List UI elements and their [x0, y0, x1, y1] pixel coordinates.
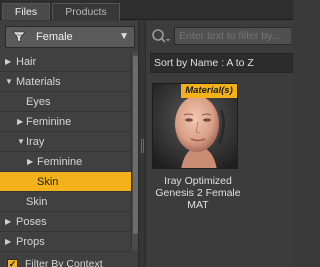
expand-arrow-icon[interactable]: ▶	[5, 52, 11, 72]
tree-item-iray-feminine[interactable]: ▶ Feminine	[0, 152, 131, 172]
tree-item-label: Materials	[16, 76, 61, 88]
tree-scrollbar[interactable]	[131, 52, 138, 250]
sort-dropdown[interactable]: Sort by Name : A to Z	[150, 53, 293, 73]
pane-splitter[interactable]	[138, 21, 146, 267]
tree-item-label: Skin	[26, 196, 48, 208]
expand-arrow-icon[interactable]: ▶	[5, 212, 11, 232]
tree-item-label: Props	[16, 236, 45, 248]
tree-item-feminine[interactable]: ▶ Feminine	[0, 112, 131, 132]
search-bar	[146, 21, 293, 51]
tab-products[interactable]: Products	[52, 3, 120, 20]
expand-arrow-icon[interactable]: ▶	[27, 152, 33, 172]
filter-icon	[12, 31, 26, 43]
asset-caption-line: Genesis 2 Female	[155, 187, 241, 199]
asset-caption[interactable]: Iray Optimized Genesis 2 Female MAT	[146, 175, 250, 211]
filter-dropdown[interactable]: Female ▼	[5, 26, 135, 48]
filter-by-context-checkbox[interactable]: ✓	[7, 259, 18, 267]
tree-item-iray[interactable]: ▼ Iray	[0, 132, 131, 152]
collapse-arrow-icon[interactable]: ▼	[5, 72, 13, 92]
asset-caption-line: MAT	[187, 199, 209, 211]
tree-item-label: Poses	[16, 216, 47, 228]
asset-thumbnail[interactable]: Material(s)	[152, 83, 238, 169]
content-pane: Sort by Name : A to Z	[146, 21, 293, 267]
tree-item-poses[interactable]: ▶ Poses	[0, 212, 131, 232]
tree-item-materials[interactable]: ▼ Materials	[0, 72, 131, 92]
filter-by-context-label: Filter By Context	[25, 258, 103, 267]
category-pane: Female ▼ ▶ Hair ▼ Materials Eyes ▶ Femin…	[0, 21, 138, 267]
expand-arrow-icon[interactable]: ▶	[17, 112, 23, 132]
tree-item-label: Hair	[16, 56, 37, 68]
search-icon[interactable]	[150, 27, 172, 45]
search-input[interactable]	[174, 27, 291, 45]
tree-item-hair[interactable]: ▶ Hair	[0, 52, 131, 72]
materials-badge: Material(s)	[181, 84, 237, 98]
tree-item-props[interactable]: ▶ Props	[0, 232, 131, 252]
expand-arrow-icon[interactable]: ▶	[5, 232, 11, 252]
splitter-grip-icon	[141, 139, 144, 153]
category-tree: ▶ Hair ▼ Materials Eyes ▶ Feminine ▼ Ira…	[0, 52, 131, 252]
chevron-down-icon: ▼	[119, 31, 129, 42]
tree-item-label: Eyes	[26, 96, 51, 108]
tree-item-label: Feminine	[37, 156, 83, 168]
filter-by-context-option[interactable]: ✓ Filter By Context	[0, 255, 138, 267]
collapse-arrow-icon[interactable]: ▼	[17, 132, 25, 152]
tree-item-skin[interactable]: Skin	[0, 192, 131, 212]
tree-item-label: Feminine	[26, 116, 72, 128]
tree-item-iray-skin[interactable]: Skin	[0, 172, 131, 192]
tree-item-eyes[interactable]: Eyes	[0, 92, 131, 112]
tree-item-label: Skin	[37, 176, 59, 188]
tab-files[interactable]: Files	[2, 3, 50, 20]
filter-label: Female	[36, 31, 73, 43]
tab-bar: Files Products	[0, 0, 293, 20]
asset-caption-line: Iray Optimized	[164, 175, 232, 187]
tree-item-label: Iray	[26, 136, 45, 148]
